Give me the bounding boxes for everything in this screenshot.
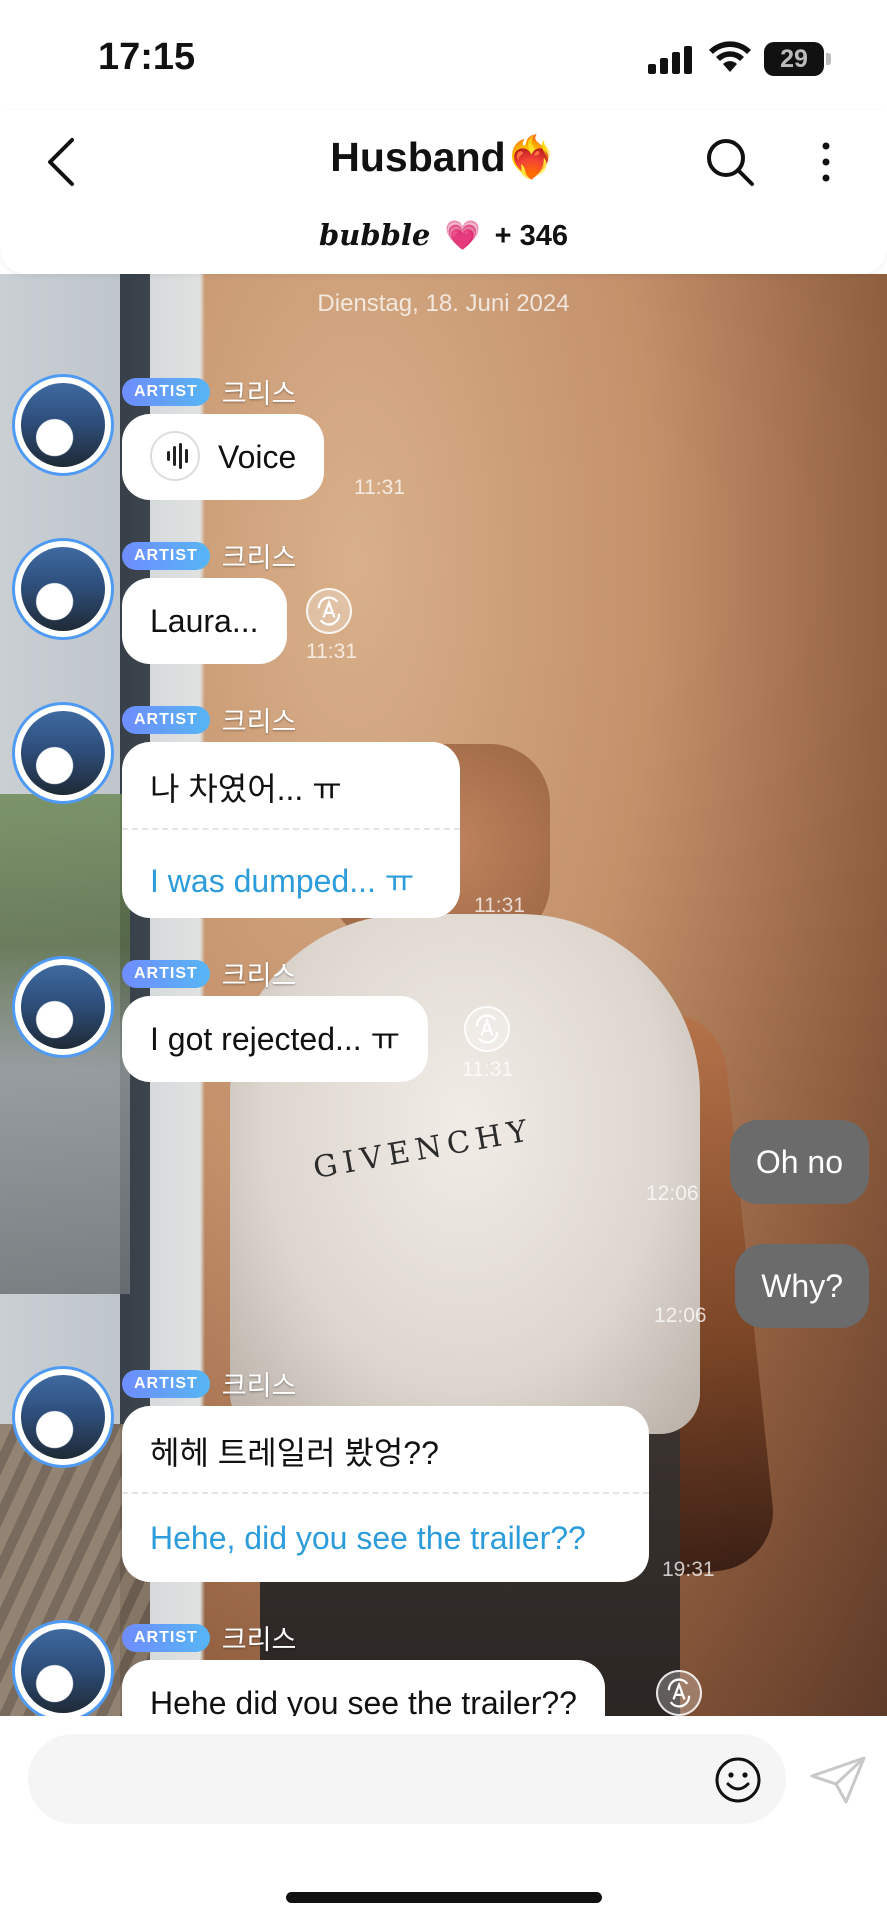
sender-row: ARTIST 크리스 — [122, 700, 296, 737]
sender-name: 크리스 — [221, 707, 297, 737]
message-input[interactable] — [28, 1734, 786, 1824]
my-message-bubble[interactable]: Why? — [735, 1244, 869, 1328]
cellular-signal-icon — [648, 44, 694, 74]
home-indicator — [286, 1892, 602, 1903]
sender-name: 크리스 — [221, 543, 297, 573]
original-text: 헤헤 트레일러 봤엉?? — [122, 1406, 649, 1494]
message-bubble[interactable]: Laura... — [122, 578, 287, 664]
artist-avatar[interactable] — [12, 1620, 114, 1722]
translated-text: I was dumped... ㅠ — [150, 863, 415, 899]
artist-badge: ARTIST — [122, 705, 210, 734]
avatar-image — [21, 1375, 105, 1459]
sender-name: 크리스 — [221, 379, 297, 409]
subscription-info: bubble 💗 + 346 — [0, 218, 887, 253]
message-bubble[interactable]: I got rejected... ㅠ — [122, 996, 429, 1082]
chat-header: Husband❤️‍🔥 bubble 💗 + 346 — [0, 110, 887, 274]
heart-icon: 💗 — [444, 220, 481, 252]
search-icon[interactable] — [704, 136, 756, 188]
artist-badge: ARTIST — [122, 541, 210, 570]
avatar-image — [21, 1629, 105, 1713]
message-time: 11:31 — [474, 894, 525, 917]
more-options-icon[interactable] — [808, 136, 844, 188]
my-message-bubble[interactable]: Oh no — [729, 1120, 869, 1204]
date-separator: Dienstag, 18. Juni 2024 — [317, 290, 570, 317]
avatar-image — [21, 547, 105, 631]
voice-label: Voice — [218, 439, 297, 475]
translate-icon[interactable] — [464, 1006, 510, 1052]
status-bar: 17:15 29 — [0, 0, 887, 110]
sender-row: ARTIST 크리스 — [122, 372, 296, 409]
original-text: 나 차였어... ㅠ — [122, 742, 460, 830]
sender-row: ARTIST 크리스 — [122, 536, 296, 573]
sender-row: ARTIST 크리스 — [122, 1618, 296, 1655]
translated-message-bubble[interactable]: 나 차였어... ㅠ I was dumped... ㅠ — [122, 742, 460, 918]
message-time: 11:31 — [354, 476, 405, 499]
battery-tip — [826, 53, 831, 65]
sender-name: 크리스 — [221, 1371, 297, 1401]
sender-name: 크리스 — [221, 1625, 297, 1655]
artist-badge: ARTIST — [122, 959, 210, 988]
background-person-shirt — [230, 914, 700, 1434]
send-icon[interactable] — [808, 1754, 868, 1806]
message-time: 19:31 — [662, 1558, 715, 1581]
translate-icon[interactable] — [306, 588, 352, 634]
subscription-count: + 346 — [494, 220, 568, 252]
artist-avatar[interactable] — [12, 702, 114, 804]
avatar-image — [21, 711, 105, 795]
translated-message-bubble[interactable]: 헤헤 트레일러 봤엉?? Hehe, did you see the trail… — [122, 1406, 649, 1582]
avatar-image — [21, 965, 105, 1049]
translate-icon[interactable] — [656, 1670, 702, 1716]
message-time: 11:31 — [462, 1058, 513, 1081]
message-time: 11:31 — [306, 640, 357, 663]
voice-message-bubble[interactable]: Voice — [122, 414, 325, 500]
battery-icon: 29 — [764, 42, 824, 76]
sender-row: ARTIST 크리스 — [122, 954, 296, 991]
sender-row: ARTIST 크리스 — [122, 1364, 296, 1401]
voice-icon[interactable] — [150, 430, 200, 481]
message-time: 12:06 — [654, 1304, 707, 1327]
message-time: 12:06 — [646, 1182, 699, 1205]
sender-name: 크리스 — [221, 961, 297, 991]
status-time: 17:15 — [98, 36, 196, 78]
artist-avatar[interactable] — [12, 1366, 114, 1468]
translated-text: Hehe, did you see the trailer?? — [150, 1520, 586, 1556]
artist-badge: ARTIST — [122, 377, 210, 406]
message-composer — [0, 1716, 887, 1920]
emoji-icon[interactable] — [714, 1756, 762, 1804]
wifi-icon — [709, 41, 751, 72]
avatar-image — [21, 383, 105, 467]
bubble-logo: bubble — [318, 218, 431, 252]
artist-avatar[interactable] — [12, 374, 114, 476]
artist-badge: ARTIST — [122, 1369, 210, 1398]
artist-badge: ARTIST — [122, 1623, 210, 1652]
artist-avatar[interactable] — [12, 538, 114, 640]
artist-avatar[interactable] — [12, 956, 114, 1058]
